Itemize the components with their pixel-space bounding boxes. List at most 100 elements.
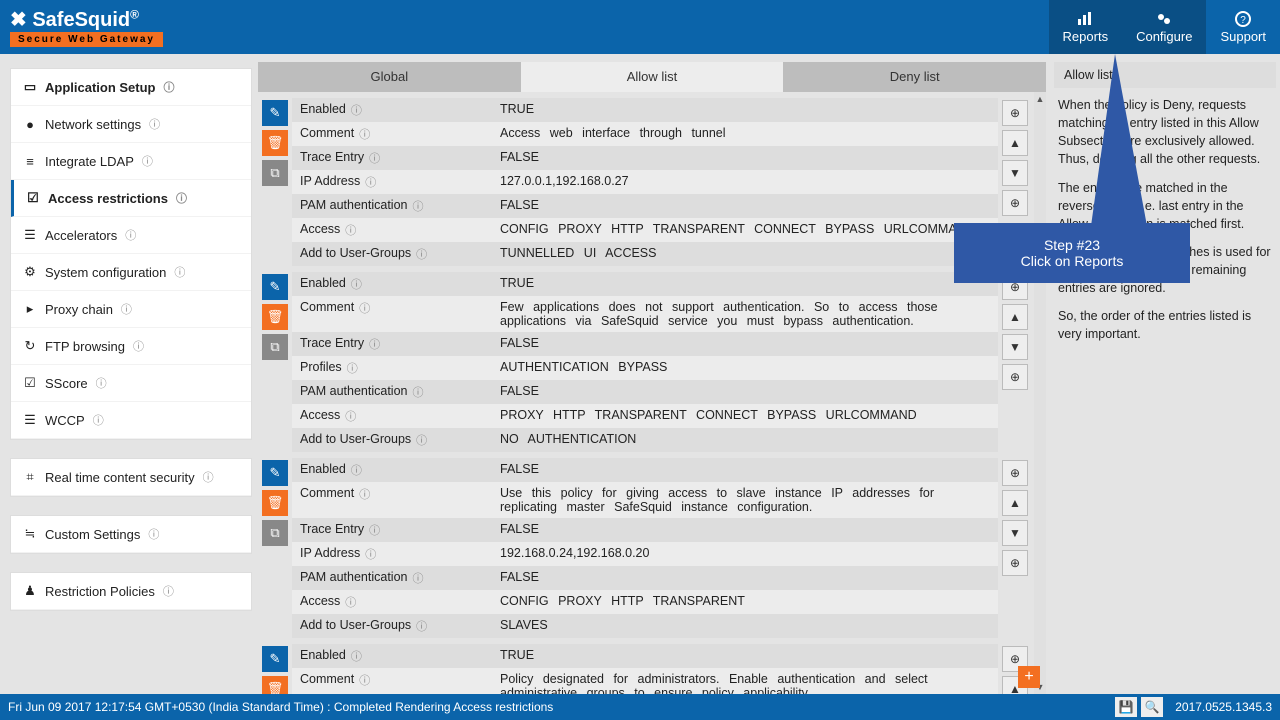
- field-label: Comment ⓘ: [292, 296, 492, 332]
- sidebar-item-access-restrictions[interactable]: ☑Access restrictionsⓘ: [11, 180, 251, 217]
- item-icon: ▸: [23, 301, 37, 317]
- move-bottom-button[interactable]: ⊕: [1002, 190, 1028, 216]
- tab-deny-list[interactable]: Deny list: [783, 62, 1046, 92]
- sidebar-item-proxy-chain[interactable]: ▸Proxy chainⓘ: [11, 291, 251, 328]
- nav-reports[interactable]: Reports: [1049, 0, 1123, 54]
- field-value: NO AUTHENTICATION: [492, 428, 998, 452]
- field-label: Comment ⓘ: [292, 482, 492, 518]
- move-down-button[interactable]: ▼: [1002, 160, 1028, 186]
- sidebar-item-network-settings[interactable]: ●Network settingsⓘ: [11, 106, 251, 143]
- sidebar-item-real-time-content-security[interactable]: ⌗Real time content securityⓘ: [11, 459, 251, 496]
- sidebar-item-wccp[interactable]: ☰WCCPⓘ: [11, 402, 251, 439]
- sidebar-item-integrate-ldap[interactable]: ≡Integrate LDAPⓘ: [11, 143, 251, 180]
- info-icon: ⓘ: [359, 126, 370, 142]
- right-panel-body: When the policy is Deny, requests matchi…: [1054, 96, 1276, 344]
- info-icon: ⓘ: [142, 153, 153, 169]
- item-icon: ≡: [23, 154, 37, 169]
- field-label: IP Address ⓘ: [292, 170, 492, 194]
- field-value: 127.0.0.1,192.168.0.27: [492, 170, 998, 194]
- policy-row: PAM authentication ⓘFALSE: [292, 194, 998, 218]
- sidebar-header[interactable]: ▭ Application Setup ⓘ: [11, 69, 251, 106]
- sidebar-item-custom-settings[interactable]: ≒Custom Settingsⓘ: [11, 516, 251, 553]
- sidebar-item-system-configuration[interactable]: ⚙System configurationⓘ: [11, 254, 251, 291]
- policy-row: Comment ⓘPolicy designated for administr…: [292, 668, 998, 694]
- add-policy-button[interactable]: +: [1018, 666, 1040, 688]
- info-icon: ⓘ: [359, 300, 370, 328]
- item-icon: ⚙: [23, 264, 37, 280]
- delete-button[interactable]: 🗑: [262, 676, 288, 694]
- field-label: Comment ⓘ: [292, 668, 492, 694]
- field-label: PAM authentication ⓘ: [292, 194, 492, 218]
- info-icon: ⓘ: [345, 594, 356, 610]
- policy-block: ✎🗑⧉Enabled ⓘTRUEComment ⓘFew application…: [258, 272, 1032, 452]
- search-button[interactable]: 🔍: [1141, 697, 1163, 717]
- info-icon: ⓘ: [416, 246, 427, 262]
- move-up-button[interactable]: ▲: [1002, 490, 1028, 516]
- brand: ✖ SafeSquid® Secure Web Gateway: [0, 3, 173, 51]
- info-icon: ⓘ: [163, 583, 174, 599]
- policy-row: Trace Entry ⓘFALSE: [292, 518, 998, 542]
- info-icon: ⓘ: [125, 227, 136, 243]
- info-icon: ⓘ: [359, 486, 370, 514]
- scroll-up-icon[interactable]: ▲: [1034, 92, 1046, 106]
- move-up-button[interactable]: ▲: [1002, 304, 1028, 330]
- nav-reports-label: Reports: [1063, 29, 1109, 44]
- tutorial-callout: Step #23 Click on Reports: [954, 223, 1190, 283]
- info-icon: ⓘ: [412, 198, 423, 214]
- footer-status: Fri Jun 09 2017 12:17:54 GMT+0530 (India…: [8, 700, 553, 714]
- save-button[interactable]: 💾: [1115, 697, 1137, 717]
- policy-row: Comment ⓘAccess web interface through tu…: [292, 122, 998, 146]
- edit-button[interactable]: ✎: [262, 100, 288, 126]
- edit-button[interactable]: ✎: [262, 646, 288, 672]
- move-top-button[interactable]: ⊕: [1002, 100, 1028, 126]
- policy-row: Comment ⓘUse this policy for giving acce…: [292, 482, 998, 518]
- sidebar-item-label: Accelerators: [45, 228, 117, 243]
- field-label: IP Address ⓘ: [292, 542, 492, 566]
- edit-button[interactable]: ✎: [262, 460, 288, 486]
- copy-button[interactable]: ⧉: [262, 160, 288, 186]
- sidebar-item-ftp-browsing[interactable]: ↻FTP browsingⓘ: [11, 328, 251, 365]
- copy-button[interactable]: ⧉: [262, 334, 288, 360]
- gears-icon: [1156, 11, 1172, 27]
- item-icon: ☑: [26, 190, 40, 206]
- callout-pointer: [1091, 54, 1151, 226]
- svg-text:?: ?: [1240, 15, 1246, 26]
- delete-button[interactable]: 🗑: [262, 304, 288, 330]
- edit-button[interactable]: ✎: [262, 274, 288, 300]
- scrollbar[interactable]: ▲ ▼: [1034, 92, 1046, 694]
- nav-support[interactable]: ? Support: [1206, 0, 1280, 54]
- field-value: Use this policy for giving access to sla…: [492, 482, 998, 518]
- copy-button[interactable]: ⧉: [262, 520, 288, 546]
- brand-reg: ®: [130, 7, 139, 21]
- info-icon: ⓘ: [133, 338, 144, 354]
- info-icon: ⓘ: [369, 150, 380, 166]
- brand-logo: ✖ SafeSquid®: [10, 7, 163, 32]
- move-bottom-button[interactable]: ⊕: [1002, 364, 1028, 390]
- field-value: FALSE: [492, 518, 998, 542]
- item-icon: ☰: [23, 227, 37, 243]
- callout-text: Click on Reports: [1021, 253, 1124, 269]
- delete-button[interactable]: 🗑: [262, 490, 288, 516]
- move-top-button[interactable]: ⊕: [1002, 460, 1028, 486]
- info-icon: ⓘ: [351, 462, 362, 478]
- field-label: Enabled ⓘ: [292, 98, 492, 122]
- move-down-button[interactable]: ▼: [1002, 520, 1028, 546]
- tab-allow-list[interactable]: Allow list: [521, 62, 784, 92]
- nav-configure[interactable]: Configure: [1122, 0, 1206, 54]
- move-up-button[interactable]: ▲: [1002, 130, 1028, 156]
- field-label: Trace Entry ⓘ: [292, 332, 492, 356]
- info-icon: ⓘ: [174, 264, 185, 280]
- info-icon: ⓘ: [96, 375, 107, 391]
- sidebar-item-sscore[interactable]: ☑SScoreⓘ: [11, 365, 251, 402]
- field-label: Profiles ⓘ: [292, 356, 492, 380]
- field-value: FALSE: [492, 194, 998, 218]
- tab-global[interactable]: Global: [258, 62, 521, 92]
- field-label: PAM authentication ⓘ: [292, 380, 492, 404]
- move-down-button[interactable]: ▼: [1002, 334, 1028, 360]
- sidebar-item-restriction-policies[interactable]: ♟Restriction Policiesⓘ: [11, 573, 251, 610]
- delete-button[interactable]: 🗑: [262, 130, 288, 156]
- move-bottom-button[interactable]: ⊕: [1002, 550, 1028, 576]
- info-icon: ⓘ: [351, 102, 362, 118]
- field-value: AUTHENTICATION BYPASS: [492, 356, 998, 380]
- sidebar-item-accelerators[interactable]: ☰ Accelerators ⓘ: [11, 217, 251, 254]
